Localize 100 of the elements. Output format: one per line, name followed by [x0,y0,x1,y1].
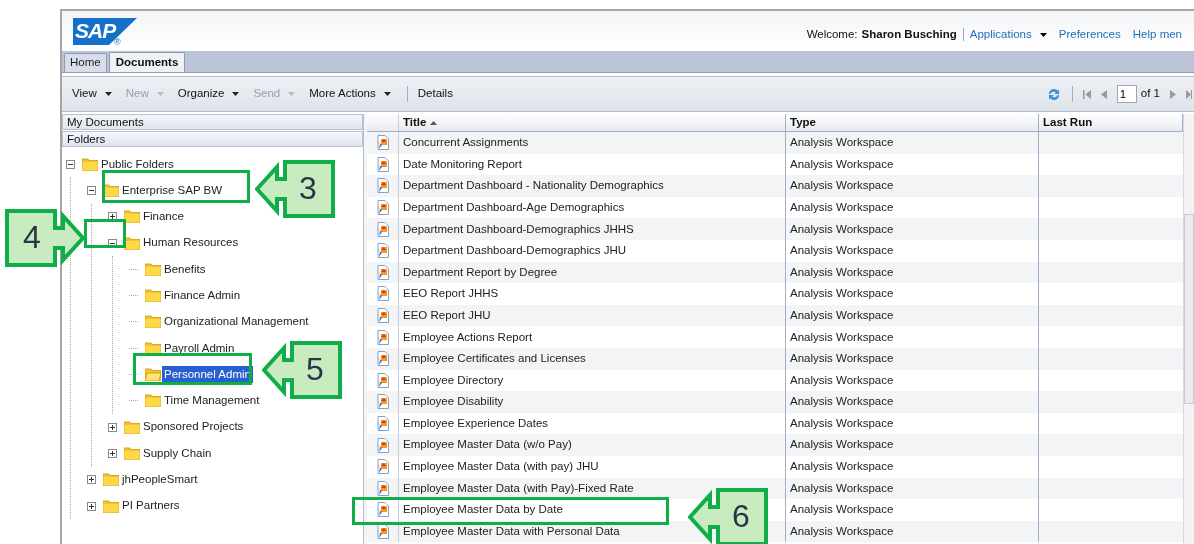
folder-item[interactable]: Supply Chain [141,444,214,463]
welcome-label: Welcome: [806,27,858,42]
folder-item[interactable]: Organizational Management [162,313,311,331]
document-title[interactable]: Department Report by Degree [403,263,558,281]
toolbar-button[interactable]: Details [413,85,457,103]
table-cell: Analysis Workspace [786,283,1039,305]
folder-icon [103,499,119,513]
table-cell: Analysis Workspace [786,132,1039,154]
document-title[interactable]: Employee Directory [403,371,504,389]
report-icon [375,286,390,302]
table-cell: Analysis Workspace [786,347,1039,370]
tab[interactable]: Documents [108,52,186,72]
document-title[interactable]: Department Dashboard-Age Demographics [403,198,625,217]
report-icon [375,264,390,280]
scrollbar[interactable] [1183,114,1194,544]
report-icon [375,243,390,259]
table-cell: Analysis Workspace [786,391,1039,413]
document-title[interactable]: EEO Report JHU [403,306,491,325]
document-title[interactable]: Employee Master Data (with Pay)-Fixed Rate [403,479,634,497]
collapse-icon[interactable] [86,185,96,195]
registered-mark: ® [114,37,121,47]
table-cell: Analysis Workspace [786,455,1039,478]
folder-item[interactable]: Benefits [162,260,208,278]
toolbar-button[interactable]: More Actions [305,85,395,103]
document-title[interactable]: Date Monitoring Report [403,155,522,173]
document-title[interactable]: Employee Master Data by Date [403,501,563,519]
toolbar-button[interactable]: View [68,85,116,103]
document-title[interactable]: Department Dashboard-Demographics JHHS [403,220,634,238]
header-link[interactable]: Applications [969,26,1047,44]
table-cell: Analysis Workspace [786,434,1039,456]
callout-number: 4 [23,218,41,257]
document-title[interactable]: Employee Master Data (with pay) JHU [403,458,599,476]
document-title[interactable]: EEO Report JHHS [403,285,499,303]
folder-item[interactable]: Public Folders [99,155,176,173]
expand-icon[interactable] [107,212,117,222]
table-cell: Analysis Workspace [786,175,1039,197]
collapse-icon[interactable] [65,159,75,169]
folder-icon [145,394,161,408]
document-title[interactable]: Employee Disability [403,393,504,411]
document-title[interactable]: Employee Master Data (w/o Pay) [403,436,572,454]
header-link[interactable]: Preferences [1058,26,1121,44]
folder-item[interactable]: Human Resources [141,234,241,252]
caret-icon [288,92,296,96]
page-field[interactable]: 1 [1116,85,1137,103]
folder-item[interactable]: PI Partners [120,497,182,515]
callout-number: 3 [299,169,317,208]
folder-icon [145,262,161,276]
folder-icon [103,473,119,487]
folder-item[interactable]: Sponsored Projects [141,418,246,436]
section-header[interactable]: My Documents [62,114,363,130]
report-icon [375,221,390,237]
toolbar-button[interactable]: Organize [173,85,244,103]
callout-number: 6 [732,497,750,536]
report-icon [375,416,390,431]
folder-item[interactable]: Finance Admin [162,287,243,305]
report-icon [375,178,390,194]
folder-item[interactable]: Payroll Admin [162,339,237,357]
callout-number: 5 [306,350,324,389]
table-cell: Analysis Workspace [786,326,1039,348]
folder-icon [82,157,98,171]
expand-icon[interactable] [86,501,96,511]
document-title[interactable]: Employee Master Data with Personal Data [403,522,620,541]
table-cell: Analysis Workspace [786,520,1039,543]
folder-item[interactable]: Time Management [162,392,262,410]
report-icon [375,480,390,496]
folder-item[interactable]: Enterprise SAP BW [120,181,225,200]
table-cell: Analysis Workspace [786,499,1039,521]
report-icon [375,524,390,539]
document-title[interactable]: Employee Certificates and Licenses [403,350,586,368]
header-link[interactable]: Help men [1132,26,1182,44]
folder-item[interactable]: jhPeopleSmart [120,471,200,489]
document-title[interactable]: Employee Experience Dates [403,414,549,433]
report-icon [375,156,390,172]
folder-icon [145,341,161,355]
report-icon [375,502,390,518]
report-icon [375,135,390,151]
document-title[interactable]: Employee Actions Report [403,328,533,346]
section-header[interactable]: Folders [62,131,363,147]
table-cell: Analysis Workspace [786,239,1039,262]
expand-icon[interactable] [86,475,96,485]
column-header[interactable]: Title [399,114,786,131]
report-icon [375,372,390,388]
caret-icon [156,92,164,96]
expand-icon[interactable] [107,422,117,432]
folder-item[interactable]: Finance [141,208,186,226]
report-icon [375,200,390,216]
document-title[interactable]: Department Dashboard-Demographics JHU [403,242,627,260]
document-title[interactable]: Department Dashboard - Nationality Demographics [403,177,664,195]
document-title[interactable]: Concurrent Assignments [403,134,529,152]
folder-icon [124,446,140,460]
tab[interactable]: Home [64,53,107,72]
report-icon [375,308,390,324]
folder-icon [145,315,161,329]
expand-icon[interactable] [107,448,117,458]
caret-icon [232,92,240,96]
user-name: Sharon Busching [861,27,957,42]
collapse-icon[interactable] [107,238,117,248]
report-icon [375,329,390,345]
highlight-frame [84,219,126,248]
column-header[interactable]: Type [786,114,1039,131]
